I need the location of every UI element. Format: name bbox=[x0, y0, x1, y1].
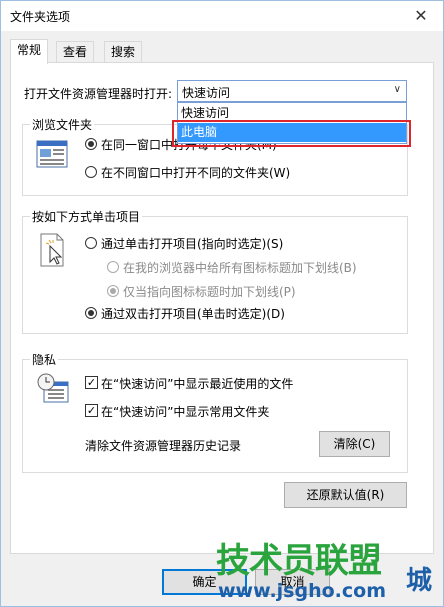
label-new-window[interactable]: 在不同窗口中打开不同的文件夹(W) bbox=[101, 164, 290, 181]
label-underline-point: 仅当指向图标标题时加下划线(P) bbox=[123, 285, 296, 299]
open-explorer-label: 打开文件资源管理器时打开: bbox=[24, 87, 173, 101]
label-underline-browser: 在我的浏览器中给所有图标标题加下划线(B) bbox=[123, 261, 357, 275]
radio-same-window[interactable] bbox=[85, 138, 97, 150]
privacy-clock-icon bbox=[36, 372, 70, 409]
annotation-highlight-box bbox=[172, 120, 411, 147]
click-cursor-icon bbox=[38, 232, 68, 271]
radio-new-window[interactable] bbox=[85, 166, 97, 178]
chevron-down-icon[interactable]: ∨ bbox=[394, 84, 401, 95]
radio-single-click[interactable] bbox=[85, 237, 97, 249]
privacy-title: 隐私 bbox=[30, 351, 59, 368]
radio-underline-browser[interactable] bbox=[107, 261, 119, 273]
watermark-url: www.jsgho.com bbox=[218, 580, 386, 602]
watermark-tail: 城 bbox=[406, 566, 433, 596]
label-show-frequent-folders[interactable]: 在“快速访问”中显示常用文件夹 bbox=[101, 403, 269, 420]
open-explorer-combobox[interactable]: 快速访问 ∨ bbox=[177, 80, 407, 102]
tab-general[interactable]: 常规 bbox=[10, 39, 49, 64]
clear-history-label: 清除文件资源管理器历史记录 bbox=[85, 439, 242, 453]
browse-folders-icon bbox=[36, 140, 68, 171]
combobox-value: 快速访问 bbox=[182, 86, 231, 100]
close-icon[interactable]: ✕ bbox=[398, 0, 444, 31]
radio-double-click[interactable] bbox=[85, 307, 97, 319]
restore-defaults-button[interactable]: 还原默认值(R) bbox=[284, 482, 407, 508]
label-show-recent-files[interactable]: 在“快速访问”中显示最近使用的文件 bbox=[101, 375, 293, 392]
radio-underline-point[interactable] bbox=[107, 285, 119, 297]
label-single-click[interactable]: 通过单击打开项目(指向时选定)(S) bbox=[101, 235, 283, 252]
click-items-title: 按如下方式单击项目 bbox=[30, 208, 143, 225]
checkbox-show-recent-files[interactable]: ✓ bbox=[85, 376, 98, 389]
tab-view[interactable]: 查看 bbox=[56, 41, 95, 63]
title-bar: 文件夹选项 ✕ bbox=[0, 0, 444, 31]
tab-search[interactable]: 搜索 bbox=[104, 41, 143, 63]
clear-button[interactable]: 清除(C) bbox=[319, 431, 390, 457]
window-title: 文件夹选项 bbox=[10, 10, 71, 24]
watermark-text-cn: 技术员联盟 bbox=[216, 541, 382, 581]
browse-folders-title: 浏览文件夹 bbox=[30, 116, 95, 133]
label-double-click[interactable]: 通过双击打开项目(单击时选定)(D) bbox=[101, 305, 285, 322]
checkbox-show-frequent-folders[interactable]: ✓ bbox=[85, 404, 98, 417]
